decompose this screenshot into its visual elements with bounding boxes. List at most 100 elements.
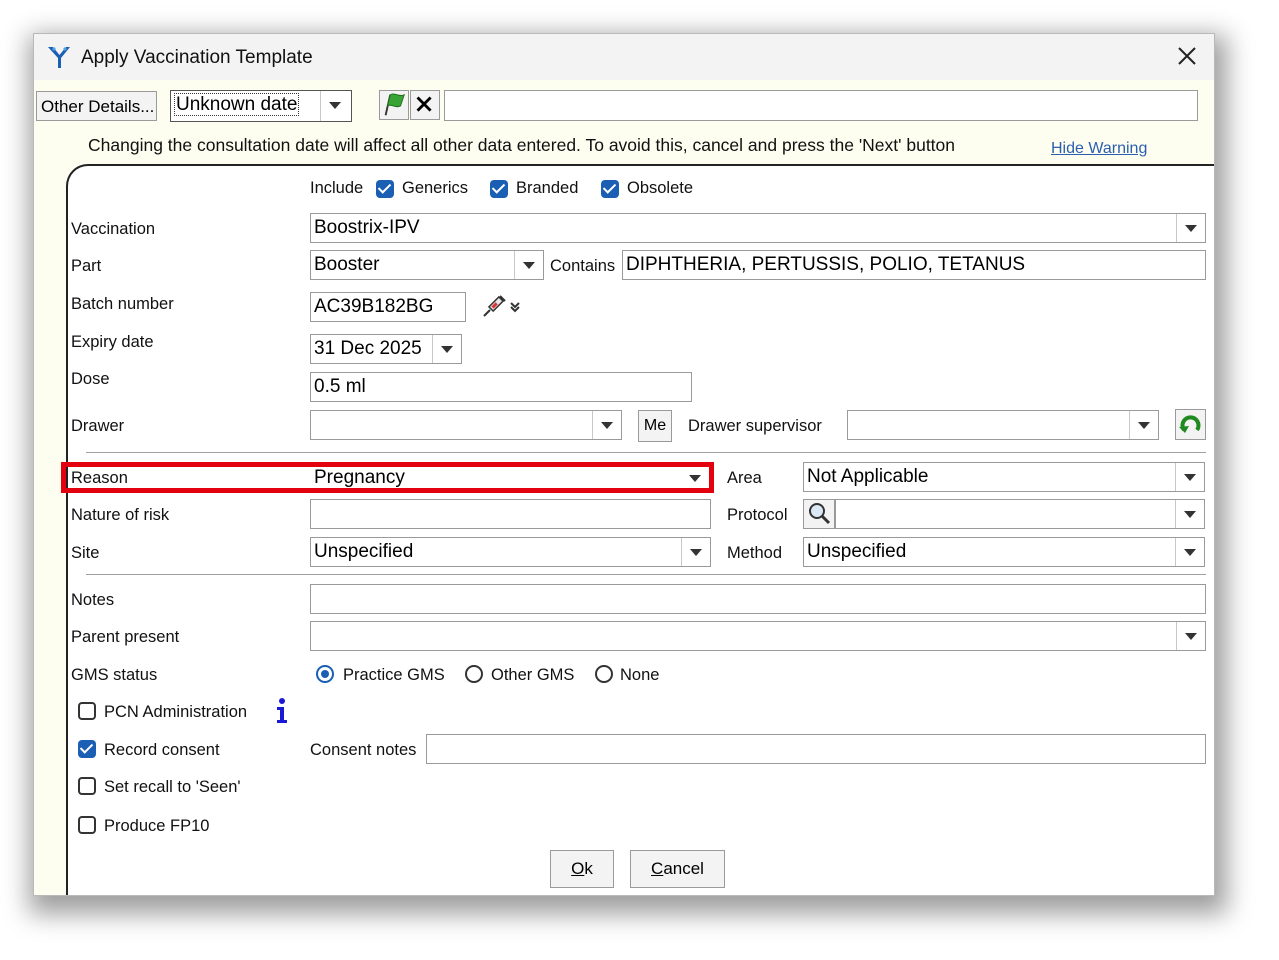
- info-icon[interactable]: [273, 697, 291, 725]
- obsolete-checkbox[interactable]: [601, 180, 619, 198]
- accept-date-button[interactable]: [379, 90, 409, 120]
- area-select[interactable]: Not Applicable: [803, 462, 1205, 492]
- chevron-down-icon[interactable]: [514, 251, 543, 279]
- site-select[interactable]: Unspecified: [310, 537, 711, 567]
- gms-status-label: GMS status: [71, 666, 158, 684]
- contains-value: DIPHTHERIA, PERTUSSIS, POLIO, TETANUS: [626, 254, 1026, 275]
- obsolete-label: Obsolete: [627, 179, 694, 197]
- date-value: Unknown date: [174, 93, 300, 116]
- magnifier-icon: [809, 503, 831, 525]
- cross-icon: [416, 96, 432, 112]
- other-details-button[interactable]: Other Details...: [36, 91, 157, 121]
- batch-number-field[interactable]: AC39B182BG: [310, 292, 466, 322]
- date-warning-text: Changing the consultation date will affe…: [88, 135, 956, 155]
- separator: [86, 452, 1206, 453]
- notes-field[interactable]: [310, 584, 1206, 614]
- dose-value: 0.5 ml: [314, 376, 366, 397]
- site-label: Site: [71, 544, 100, 562]
- dose-label: Dose: [71, 370, 110, 388]
- drawer-select[interactable]: [310, 410, 622, 440]
- refresh-icon: [1179, 415, 1201, 433]
- pcn-administration-label: PCN Administration: [104, 703, 248, 721]
- gms-none-label: None: [620, 666, 660, 684]
- set-recall-checkbox[interactable]: [78, 777, 96, 795]
- separator: [86, 574, 1206, 575]
- protocol-search-button[interactable]: [803, 499, 835, 529]
- produce-fp10-checkbox[interactable]: [78, 816, 96, 834]
- refresh-button[interactable]: [1175, 409, 1206, 440]
- batch-number-value: AC39B182BG: [314, 296, 434, 317]
- chevron-down-icon[interactable]: [592, 411, 621, 439]
- title-bar: Apply Vaccination Template: [34, 34, 1214, 80]
- vaccination-select[interactable]: Boostrix-IPV: [310, 213, 1206, 243]
- branded-checkbox[interactable]: [490, 180, 508, 198]
- expiry-date-select[interactable]: 31 Dec 2025: [310, 334, 462, 364]
- batch-number-label: Batch number: [71, 295, 174, 313]
- chevron-down-icon[interactable]: [432, 335, 461, 363]
- ok-label-rest: k: [584, 859, 593, 878]
- generics-label: Generics: [402, 179, 469, 197]
- drawer-supervisor-label: Drawer supervisor: [688, 417, 822, 435]
- set-recall-label: Set recall to 'Seen': [104, 778, 241, 796]
- include-label: Include: [310, 179, 364, 197]
- gms-other-label: Other GMS: [491, 666, 575, 684]
- consultation-date-select[interactable]: Unknown date: [170, 90, 352, 122]
- expiry-date-label: Expiry date: [71, 333, 154, 351]
- protocol-label: Protocol: [727, 506, 788, 524]
- method-select[interactable]: Unspecified: [803, 537, 1205, 567]
- toolbar-text-field[interactable]: [444, 90, 1198, 121]
- me-button[interactable]: Me: [638, 410, 672, 442]
- chevron-down-icon[interactable]: [1175, 463, 1204, 491]
- gms-none-radio[interactable]: [595, 665, 613, 683]
- part-value: Booster: [314, 254, 380, 275]
- cancel-mnemonic: C: [651, 859, 664, 878]
- consent-notes-field[interactable]: [426, 734, 1206, 764]
- chevron-down-icon[interactable]: [1175, 500, 1204, 528]
- gms-other-radio[interactable]: [465, 665, 483, 683]
- area-value: Not Applicable: [807, 466, 929, 487]
- protocol-select[interactable]: [835, 499, 1205, 529]
- close-icon[interactable]: [1174, 43, 1200, 69]
- nature-of-risk-field[interactable]: [310, 499, 711, 529]
- area-label: Area: [727, 469, 762, 487]
- drawer-supervisor-select[interactable]: [847, 410, 1159, 440]
- parent-present-label: Parent present: [71, 628, 180, 646]
- produce-fp10-label: Produce FP10: [104, 817, 210, 835]
- expiry-date-value: 31 Dec 2025: [314, 338, 422, 359]
- chevron-down-icon[interactable]: [1176, 214, 1205, 242]
- branded-label: Branded: [516, 179, 579, 197]
- app-logo-icon: [48, 47, 70, 68]
- gms-practice-label: Practice GMS: [343, 666, 445, 684]
- contains-label: Contains: [550, 257, 616, 275]
- ok-button[interactable]: Ok: [550, 850, 614, 888]
- consent-notes-label: Consent notes: [310, 741, 417, 759]
- syringe-icon[interactable]: [480, 294, 524, 320]
- part-label: Part: [71, 257, 102, 275]
- cancel-button[interactable]: Cancel: [630, 850, 725, 888]
- parent-present-select[interactable]: [310, 621, 1206, 651]
- reason-label: Reason: [71, 469, 128, 487]
- dose-field[interactable]: 0.5 ml: [310, 372, 692, 402]
- method-value: Unspecified: [807, 541, 907, 562]
- pcn-administration-checkbox[interactable]: [78, 702, 96, 720]
- cancel-label-rest: ancel: [663, 859, 704, 878]
- site-value: Unspecified: [314, 541, 414, 562]
- gms-practice-radio[interactable]: [316, 665, 334, 683]
- generics-checkbox[interactable]: [376, 180, 394, 198]
- record-consent-label: Record consent: [104, 741, 220, 759]
- chevron-down-icon[interactable]: [1129, 411, 1158, 439]
- chevron-down-icon[interactable]: [681, 538, 710, 566]
- green-flag-icon: [384, 93, 406, 116]
- part-select[interactable]: Booster: [310, 250, 544, 280]
- method-label: Method: [727, 544, 783, 562]
- ok-mnemonic: O: [571, 859, 585, 878]
- chevron-down-icon[interactable]: [1175, 538, 1204, 566]
- hide-warning-link[interactable]: Hide Warning: [1051, 140, 1147, 158]
- clear-date-button[interactable]: [410, 90, 440, 120]
- notes-label: Notes: [71, 591, 115, 609]
- chevron-down-icon[interactable]: [320, 91, 351, 121]
- record-consent-checkbox[interactable]: [78, 740, 96, 758]
- vaccination-label: Vaccination: [71, 220, 156, 238]
- chevron-down-icon[interactable]: [1176, 622, 1205, 650]
- reason-highlight-box: [61, 462, 714, 493]
